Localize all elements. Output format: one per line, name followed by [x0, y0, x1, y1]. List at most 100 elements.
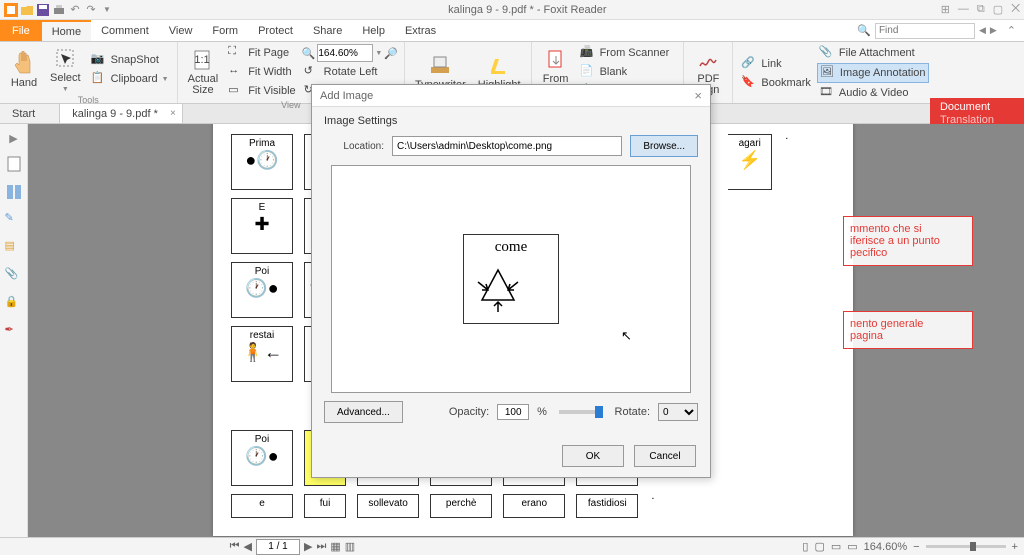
image-annotation[interactable]: 🖼Image Annotation: [817, 63, 929, 83]
actual-size-label: Actual Size: [188, 74, 219, 96]
attachments-panel-icon[interactable]: 📎: [5, 267, 23, 285]
symbol-card: erano: [503, 494, 565, 518]
layout-cont-icon[interactable]: ▢: [814, 540, 824, 553]
select-tool[interactable]: Select ▼: [46, 44, 85, 95]
view-mode-icon[interactable]: ▦: [330, 540, 340, 553]
pages-panel-icon[interactable]: [5, 183, 23, 201]
find-prev-icon[interactable]: ◀: [979, 25, 986, 36]
tab-share[interactable]: Share: [303, 20, 352, 41]
symbol-card: fui: [304, 494, 346, 518]
comments-panel-icon[interactable]: ✎: [5, 211, 23, 229]
zoom-input[interactable]: [317, 44, 373, 62]
qat-dropdown-icon[interactable]: ▼: [100, 3, 114, 17]
zoom-in-btn[interactable]: +: [1012, 541, 1018, 553]
audio-video[interactable]: 🎞Audio & Video: [817, 84, 929, 102]
tab-view[interactable]: View: [159, 20, 203, 41]
app-icon: [4, 3, 18, 17]
image-preview: come: [331, 165, 691, 393]
tab-comment[interactable]: Comment: [91, 20, 159, 41]
panel-toggle-icon[interactable]: ▶: [9, 132, 17, 145]
zoom-slider-thumb[interactable]: [970, 542, 976, 551]
tab-protect[interactable]: Protect: [248, 20, 303, 41]
ok-button[interactable]: OK: [562, 445, 624, 467]
fit-visible[interactable]: ▭Fit Visible: [226, 82, 297, 100]
fit-visible-icon: ▭: [228, 83, 244, 99]
opacity-slider[interactable]: [559, 410, 603, 414]
tab-start[interactable]: Start: [0, 104, 60, 123]
prev-page-icon[interactable]: ◀: [244, 540, 252, 553]
layers-panel-icon[interactable]: ▤: [5, 239, 23, 257]
redo-icon[interactable]: ↷: [84, 3, 98, 17]
ribbon-group-links: 🔗Link 🔖Bookmark 📎File Attachment 🖼Image …: [733, 42, 934, 103]
zoom-value: 164.60%: [864, 541, 907, 553]
save-icon[interactable]: [36, 3, 50, 17]
tab-document[interactable]: kalinga 9 - 9.pdf *×: [60, 104, 183, 123]
file-menu[interactable]: File: [0, 20, 42, 41]
last-page-icon[interactable]: ⏭: [316, 540, 326, 553]
security-panel-icon[interactable]: 🔒: [5, 295, 23, 313]
scanner-icon: 📠: [580, 45, 596, 61]
hand-label: Hand: [11, 77, 37, 89]
ribbon-collapse-icon[interactable]: ⌃: [1007, 24, 1016, 37]
advanced-button[interactable]: Advanced...: [324, 401, 403, 423]
blank-page[interactable]: 📄Blank: [578, 63, 678, 81]
clipboard-tool[interactable]: 📋Clipboard▼: [89, 70, 171, 88]
dialog-title: Add Image: [320, 90, 373, 102]
undo-icon[interactable]: ↶: [68, 3, 82, 17]
window-title: kalinga 9 - 9.pdf * - Foxit Reader: [114, 4, 941, 16]
bookmark-tool[interactable]: 🔖Bookmark: [739, 74, 813, 92]
location-input[interactable]: [392, 136, 622, 156]
clipboard-icon: 📋: [91, 71, 107, 87]
snapshot-tool[interactable]: 📷SnapShot: [89, 51, 171, 69]
rotate-select[interactable]: 0: [658, 403, 698, 421]
open-icon[interactable]: [20, 3, 34, 17]
layout-cont-facing-icon[interactable]: ▭: [847, 540, 857, 553]
opacity-input[interactable]: [497, 404, 529, 420]
close-icon[interactable]: ⨉: [1011, 3, 1020, 16]
tab-help[interactable]: Help: [352, 20, 395, 41]
actual-size[interactable]: 1:1 Actual Size: [184, 44, 223, 100]
zoom-out-btn[interactable]: −: [913, 541, 919, 553]
view-mode2-icon[interactable]: ▥: [345, 540, 355, 553]
bookmarks-panel-icon[interactable]: [5, 155, 23, 173]
rotate-left[interactable]: ↺Rotate Left: [302, 63, 398, 81]
next-page-icon[interactable]: ▶: [304, 540, 312, 553]
file-attachment[interactable]: 📎File Attachment: [817, 44, 929, 62]
cancel-button[interactable]: Cancel: [634, 445, 696, 467]
preview-content: come: [463, 234, 559, 324]
zoom-combo[interactable]: 🔍 ▼ 🔎: [302, 44, 398, 62]
tab-form[interactable]: Form: [202, 20, 248, 41]
zoom-out-icon[interactable]: 🔍: [302, 47, 316, 60]
fit-width-icon: ↔: [228, 64, 244, 80]
page-input[interactable]: [256, 539, 300, 555]
link-tool[interactable]: 🔗Link: [739, 55, 813, 73]
dialog-close-icon[interactable]: ×: [694, 88, 702, 103]
restore-icon[interactable]: ⧉: [977, 3, 985, 16]
fit-width[interactable]: ↔Fit Width: [226, 63, 297, 81]
fit-page[interactable]: ⛶Fit Page: [226, 44, 297, 62]
zoom-in-icon[interactable]: 🔎: [384, 47, 398, 60]
hand-tool[interactable]: Hand: [6, 44, 42, 95]
search-icon: 🔍: [857, 24, 871, 37]
symbol-card: fastidiosi: [576, 494, 638, 518]
signatures-panel-icon[interactable]: ✒: [5, 323, 23, 341]
minimize-icon[interactable]: —: [958, 3, 969, 16]
tab-extras[interactable]: Extras: [395, 20, 446, 41]
print-icon[interactable]: [52, 3, 66, 17]
zoom-slider[interactable]: [926, 545, 1006, 548]
tab-close-icon[interactable]: ×: [170, 108, 176, 119]
maximize-icon[interactable]: ▢: [993, 3, 1003, 16]
find-input[interactable]: [875, 23, 975, 39]
find-next-icon[interactable]: ▶: [990, 25, 997, 36]
attachment-icon: 📎: [819, 45, 835, 61]
window-controls: ⊞ — ⧉ ▢ ⨉: [941, 3, 1020, 16]
first-page-icon[interactable]: ⏮: [230, 540, 240, 553]
slider-thumb[interactable]: [595, 406, 603, 418]
tab-home[interactable]: Home: [42, 20, 91, 41]
browse-button[interactable]: Browse...: [630, 135, 698, 157]
from-scanner[interactable]: 📠From Scanner: [578, 44, 678, 62]
status-zoom: ▯ ▢ ▭ ▭ 164.60% − +: [802, 540, 1018, 553]
ribbon-options-icon[interactable]: ⊞: [941, 3, 950, 16]
layout-facing-icon[interactable]: ▭: [831, 540, 841, 553]
layout-single-icon[interactable]: ▯: [802, 540, 808, 553]
